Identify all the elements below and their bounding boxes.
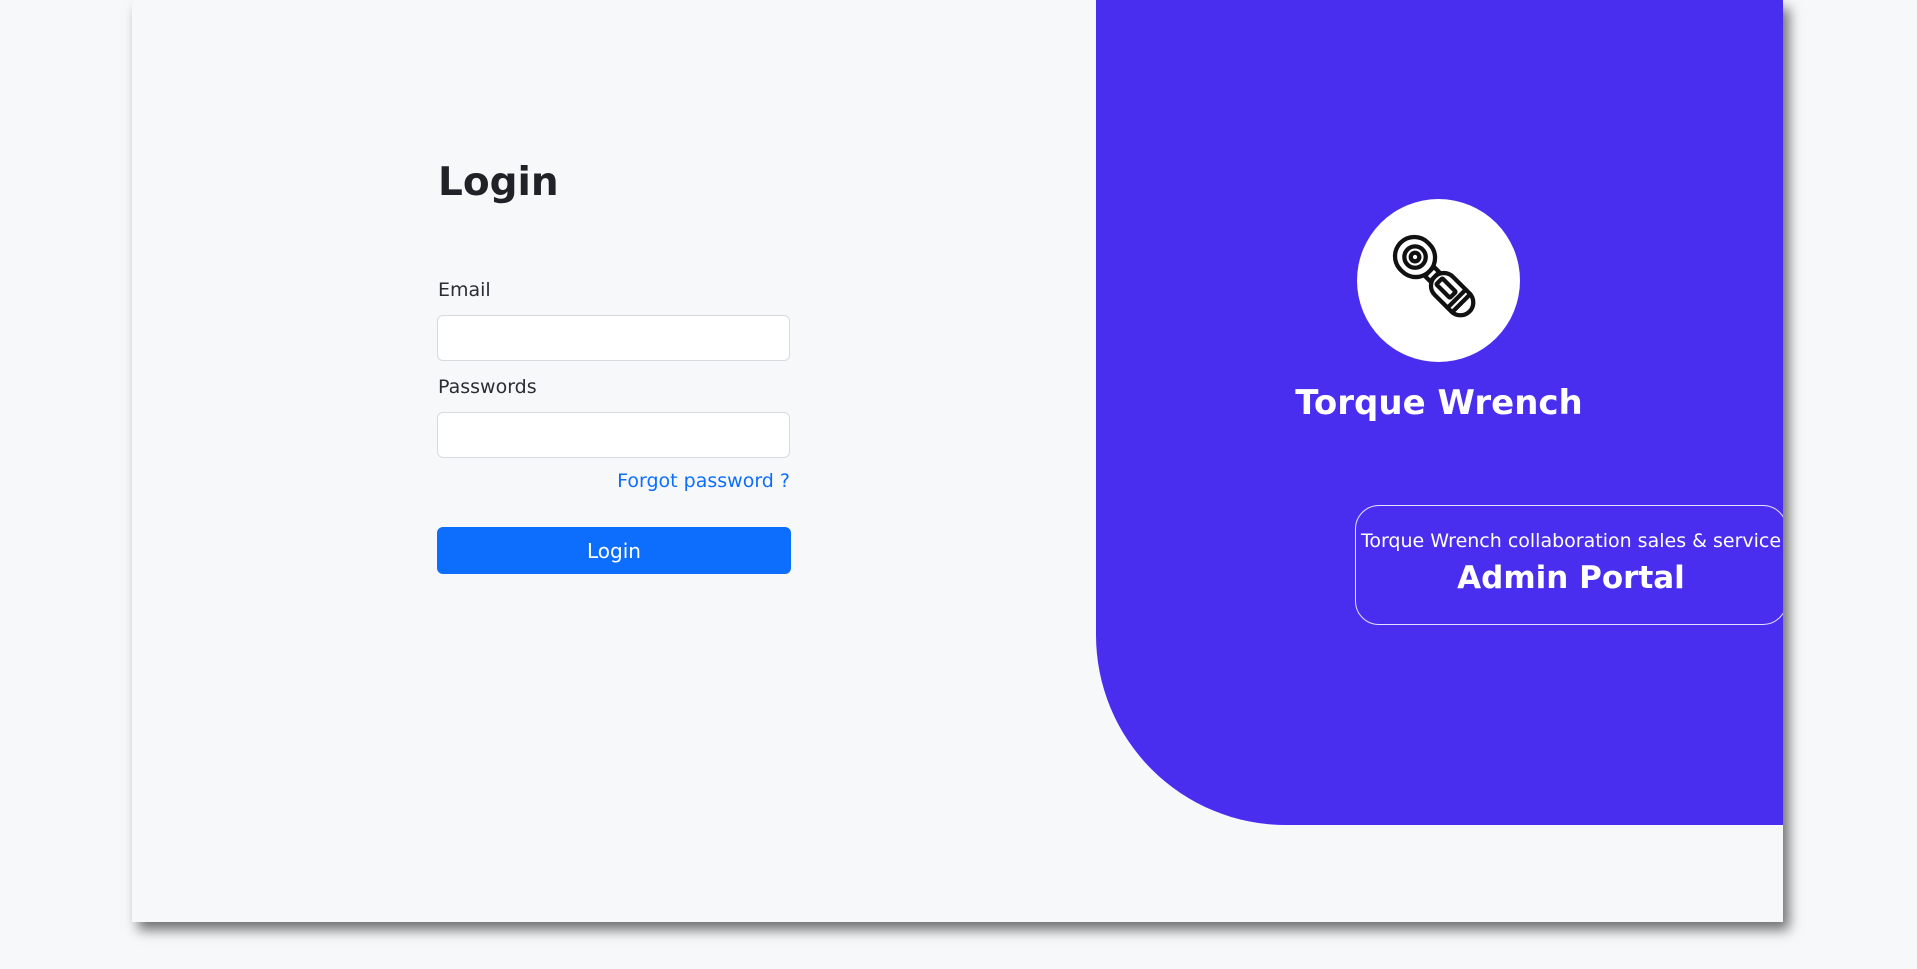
password-input[interactable] [437,412,790,458]
brand-logo [1357,199,1520,362]
login-heading: Login [438,160,559,205]
forgot-password-link[interactable]: Forgot password ? [617,470,790,492]
portal-tagline: Torque Wrench collaboration sales & serv… [1360,530,1782,552]
brand-name: Torque Wrench [1295,383,1583,423]
password-label: Passwords [438,376,537,398]
portal-title: Admin Portal [1457,560,1685,596]
torque-wrench-icon [1392,234,1476,318]
email-input[interactable] [437,315,790,361]
login-card: Login Email Passwords Forgot password ? … [132,0,1783,922]
email-label: Email [438,279,491,301]
portal-info-box: Torque Wrench collaboration sales & serv… [1355,505,1783,625]
login-button[interactable]: Login [437,527,791,574]
